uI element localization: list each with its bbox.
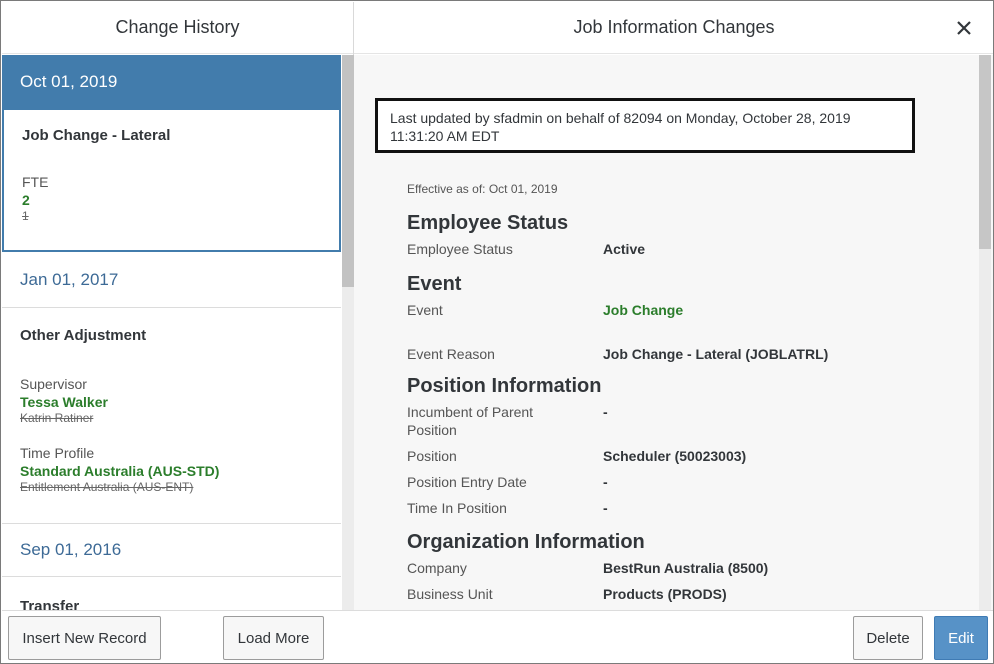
detail-value-changed: Job Change <box>603 302 684 318</box>
insert-new-record-button[interactable]: Insert New Record <box>8 616 161 660</box>
field-new-value: 2 <box>22 192 30 208</box>
load-more-button[interactable]: Load More <box>223 616 324 660</box>
section-title-event: Event <box>407 273 462 295</box>
detail-row: Time In Position - <box>407 495 967 521</box>
detail-label: Position <box>407 448 457 464</box>
left-footer: Insert New Record Load More <box>2 610 354 663</box>
detail-row: Incumbent of Parent Position - <box>407 399 967 443</box>
history-field-fte: FTE 2 1 <box>22 174 321 224</box>
detail-label: Incumbent of Parent Position <box>407 404 534 438</box>
detail-label: Event <box>407 302 443 318</box>
change-history-dialog: Change History Oct 01, 2019 Job Change -… <box>0 0 994 664</box>
detail-label: Position Entry Date <box>407 474 527 490</box>
edit-button[interactable]: Edit <box>934 616 988 660</box>
history-card[interactable]: Other Adjustment Supervisor Tessa Walker… <box>2 308 341 524</box>
detail-value: Job Change - Lateral (JOBLATRL) <box>603 346 829 362</box>
history-card-selected[interactable]: Job Change - Lateral FTE 2 1 <box>2 108 341 252</box>
right-scrollbar[interactable] <box>979 55 991 610</box>
detail-row: Event Job Change <box>407 297 967 323</box>
job-information-header: Job Information Changes <box>354 2 993 54</box>
change-history-pane: Change History Oct 01, 2019 Job Change -… <box>2 2 354 663</box>
history-card-title: Transfer <box>20 598 80 610</box>
detail-value: - <box>603 404 608 420</box>
field-old-value: Katrin Ratiner <box>20 411 94 425</box>
history-date-sep-2016[interactable]: Sep 01, 2016 <box>2 524 341 577</box>
right-footer: Delete Edit <box>354 610 993 663</box>
detail-value: Scheduler (50023003) <box>603 448 747 464</box>
detail-value: Products (PRODS) <box>603 586 727 602</box>
history-card-title: Other Adjustment <box>20 327 147 344</box>
detail-row: Business Unit Products (PRODS) <box>407 581 967 607</box>
history-date-oct-2019[interactable]: Oct 01, 2019 <box>2 55 341 108</box>
history-date-jan-2017[interactable]: Jan 01, 2017 <box>2 252 341 308</box>
detail-value: Active <box>603 241 646 257</box>
field-label: FTE <box>22 174 49 190</box>
history-field-supervisor: Supervisor Tessa Walker Katrin Ratiner <box>20 376 323 426</box>
history-field-time-profile: Time Profile Standard Australia (AUS-STD… <box>20 445 323 495</box>
field-new-value: Tessa Walker <box>20 394 108 410</box>
job-details: Effective as of: Oct 01, 2019 Employee S… <box>407 182 967 607</box>
job-information-title: Job Information Changes <box>573 17 775 37</box>
detail-row: Position Entry Date - <box>407 469 967 495</box>
change-history-title: Change History <box>2 2 353 54</box>
effective-date: Effective as of: Oct 01, 2019 <box>407 182 558 196</box>
detail-label: Event Reason <box>407 346 495 362</box>
section-title-employee-status: Employee Status <box>407 212 569 234</box>
field-old-value: 1 <box>22 209 29 223</box>
detail-label: Time In Position <box>407 500 507 516</box>
detail-label: Employee Status <box>407 241 513 257</box>
field-new-value: Standard Australia (AUS-STD) <box>20 463 220 479</box>
field-label: Supervisor <box>20 376 87 392</box>
last-updated-box: Last updated by sfadmin on behalf of 820… <box>375 98 915 153</box>
detail-row: Employee Status Active <box>407 236 967 262</box>
left-scrollbar-thumb[interactable] <box>342 55 354 287</box>
close-icon-glyph <box>957 21 971 35</box>
left-scrollbar[interactable] <box>342 55 354 610</box>
right-scrollbar-thumb[interactable] <box>979 55 991 249</box>
job-information-pane: Job Information Changes Last updated by … <box>354 2 993 663</box>
section-title-position: Position Information <box>407 375 602 397</box>
job-information-body: Last updated by sfadmin on behalf of 820… <box>354 55 993 610</box>
detail-label: Business Unit <box>407 586 493 602</box>
detail-label: Company <box>407 560 467 576</box>
delete-button[interactable]: Delete <box>853 616 923 660</box>
field-old-value: Entitlement Australia (AUS-ENT) <box>20 480 194 494</box>
detail-value: - <box>603 474 608 490</box>
detail-value: BestRun Australia (8500) <box>603 560 769 576</box>
history-card-title: Job Change - Lateral <box>22 127 171 144</box>
section-title-organization: Organization Information <box>407 531 645 553</box>
detail-row: Position Scheduler (50023003) <box>407 443 967 469</box>
field-label: Time Profile <box>20 445 95 461</box>
detail-row: Company BestRun Australia (8500) <box>407 555 967 581</box>
history-card[interactable]: Transfer <box>2 577 341 610</box>
change-history-list: Oct 01, 2019 Job Change - Lateral FTE 2 … <box>2 55 354 610</box>
last-updated-line-2: 11:31:20 AM EDT <box>390 128 500 144</box>
detail-row: Event Reason Job Change - Lateral (JOBLA… <box>407 341 967 367</box>
last-updated-line-1: Last updated by sfadmin on behalf of 820… <box>390 110 851 126</box>
close-icon[interactable] <box>952 15 976 41</box>
detail-value: - <box>603 500 608 516</box>
